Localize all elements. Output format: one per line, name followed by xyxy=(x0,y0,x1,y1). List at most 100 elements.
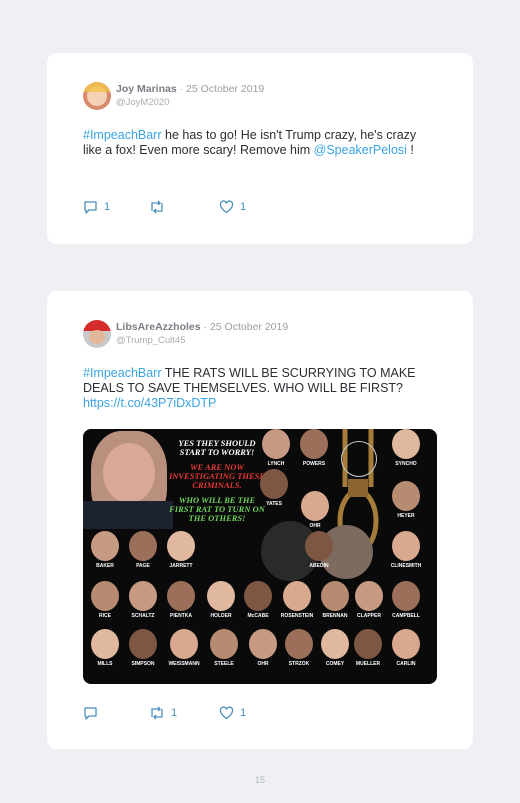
retweet-icon xyxy=(151,200,163,214)
portrait-face xyxy=(300,429,328,459)
post-date: · 25 October 2019 xyxy=(203,321,289,333)
portrait-face xyxy=(392,429,420,459)
portrait-label: BAKER xyxy=(96,563,114,569)
portrait-label: CLAPPER xyxy=(357,613,381,619)
portrait-face xyxy=(210,629,238,659)
portrait-label: BRENNAN xyxy=(322,613,348,619)
post-date: · 25 October 2019 xyxy=(179,83,265,95)
portrait-label: PIENTKA xyxy=(170,613,192,619)
portrait-face xyxy=(354,629,382,659)
portrait-face xyxy=(170,629,198,659)
portrait-face xyxy=(321,629,349,659)
author-name[interactable]: LibsAreAzzholes xyxy=(116,321,201,333)
like-count: 1 xyxy=(240,201,247,213)
avatar[interactable] xyxy=(83,82,111,110)
portrait-label: CARLIN xyxy=(396,661,416,667)
portrait-label: STRZOK xyxy=(288,661,310,667)
seal-image xyxy=(341,441,377,477)
portrait-label: COMEY xyxy=(325,661,345,667)
portrait-label: SYNCHO xyxy=(395,461,417,467)
portrait-label: YATES xyxy=(266,501,282,507)
portrait-label: SIMPSON xyxy=(131,661,155,667)
portrait-label: MUELLER xyxy=(355,661,381,667)
portrait-face xyxy=(260,469,288,499)
author-line: LibsAreAzzholes · 25 October 2019 xyxy=(116,321,288,333)
portrait-label: LYNCH xyxy=(267,461,285,467)
portrait-face xyxy=(91,629,119,659)
reply-icon xyxy=(84,201,97,214)
portrait-face xyxy=(129,531,157,561)
reply-count: 1 xyxy=(104,201,111,213)
portrait-face xyxy=(285,629,313,659)
portrait-label: OHR xyxy=(309,523,321,529)
portrait-face xyxy=(207,581,235,611)
tweet-image[interactable]: YES THEY SHOULD START TO WORRY! WE ARE N… xyxy=(83,429,437,684)
portrait-face xyxy=(321,581,349,611)
tweet-card: Joy Marinas · 25 October 2019 @JoyM2020 … xyxy=(47,53,473,244)
portrait-face xyxy=(167,581,195,611)
portrait-face xyxy=(91,531,119,561)
portrait-face xyxy=(167,531,195,561)
mention-link[interactable]: @SpeakerPelosi xyxy=(314,143,407,157)
heart-icon xyxy=(219,706,234,720)
portrait-label: WEISSMANN xyxy=(168,661,200,667)
portrait-face xyxy=(129,581,157,611)
reply-icon xyxy=(84,707,97,720)
reply-button[interactable] xyxy=(83,706,104,720)
tweet-actions: 1 1 xyxy=(83,200,423,216)
tweet-link[interactable]: https://t.co/43P7iDxDTP xyxy=(83,396,216,410)
portrait-label: CLINESMITH xyxy=(390,563,422,569)
image-headline: WE ARE NOW INVESTIGATING THESE CRIMINALS… xyxy=(168,462,266,490)
portrait-label: RICE xyxy=(99,613,111,619)
portrait-face xyxy=(129,629,157,659)
image-suit xyxy=(83,501,173,529)
tweet-text-end: ! xyxy=(406,143,414,157)
avatar[interactable] xyxy=(83,320,111,348)
portrait-label: POWERS xyxy=(302,461,326,467)
portrait-label: ROSENSTEIN xyxy=(280,613,314,619)
reply-button[interactable]: 1 xyxy=(83,200,110,214)
author-handle[interactable]: @Trump_Cult45 xyxy=(116,335,185,346)
portrait-label: CAMPBELL xyxy=(392,613,420,619)
retweet-button[interactable] xyxy=(149,200,171,214)
portrait-label: ABEDIN xyxy=(309,563,329,569)
portrait-face xyxy=(392,581,420,611)
retweet-icon xyxy=(151,706,163,720)
portrait-face xyxy=(262,429,290,459)
portrait-face xyxy=(249,629,277,659)
like-count: 1 xyxy=(240,707,247,719)
portrait-label: SCHALTZ xyxy=(131,613,155,619)
portrait-label: MILLS xyxy=(97,661,113,667)
portrait-face xyxy=(305,531,333,561)
retweet-button[interactable]: 1 xyxy=(149,706,177,720)
tweet-card: LibsAreAzzholes · 25 October 2019 @Trump… xyxy=(47,291,473,749)
portrait-label: PAGE xyxy=(136,563,150,569)
author-handle[interactable]: @JoyM2020 xyxy=(116,97,169,108)
portrait-label: STEELE xyxy=(214,661,234,667)
portrait-face xyxy=(392,531,420,561)
author-line: Joy Marinas · 25 October 2019 xyxy=(116,83,264,95)
like-button[interactable]: 1 xyxy=(219,706,246,720)
tweet-actions: 1 1 xyxy=(83,706,423,722)
retweet-count: 1 xyxy=(171,707,178,719)
portrait-face xyxy=(244,581,272,611)
page-number: 15 xyxy=(254,775,265,785)
portrait-label: HEYER xyxy=(397,513,415,519)
hashtag-link[interactable]: #ImpeachBarr xyxy=(83,366,162,380)
portrait-face xyxy=(301,491,329,521)
author-name[interactable]: Joy Marinas xyxy=(116,83,177,95)
portrait-face xyxy=(392,629,420,659)
portrait-label: JARRETT xyxy=(169,563,193,569)
heart-icon xyxy=(219,200,234,214)
image-headline: WHO WILL BE THE FIRST RAT TO TURN ON THE… xyxy=(169,495,265,523)
portrait-face xyxy=(355,581,383,611)
like-button[interactable]: 1 xyxy=(219,200,246,214)
portrait-label: OHR xyxy=(257,661,269,667)
portrait-label: HOLDER xyxy=(210,613,232,619)
portrait-face xyxy=(91,581,119,611)
hashtag-link[interactable]: #ImpeachBarr xyxy=(83,128,162,142)
image-face xyxy=(103,443,155,503)
tweet-text: #ImpeachBarr THE RATS WILL BE SCURRYING … xyxy=(83,366,428,411)
tweet-text: #ImpeachBarr he has to go! He isn't Trum… xyxy=(83,128,428,158)
portrait-face xyxy=(392,481,420,511)
